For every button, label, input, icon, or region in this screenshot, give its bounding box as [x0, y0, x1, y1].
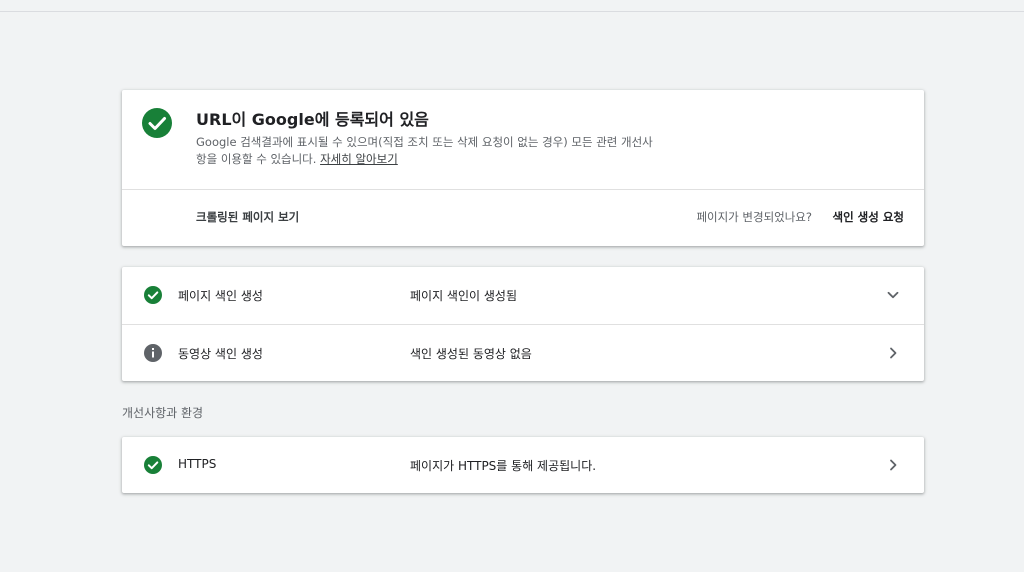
learn-more-link[interactable]: 자세히 알아보기: [320, 152, 398, 166]
chevron-right-icon[interactable]: [886, 458, 900, 472]
list-item-value: 색인 생성된 동영상 없음: [410, 347, 532, 361]
enhancements-card: HTTPS 페이지가 HTTPS를 통해 제공됩니다.: [122, 437, 924, 493]
description-line-1: Google 검색결과에 표시될 수 있으며(직접 조치 또는 삭제 요청이 없…: [196, 135, 653, 149]
list-item-value: 페이지가 HTTPS를 통해 제공됩니다.: [410, 459, 597, 473]
enhancements-heading: 개선사항과 환경: [122, 406, 204, 420]
coverage-card: 페이지 색인 생성 페이지 색인이 생성됨 동영상 색인 생성 색인 생성된 동…: [122, 267, 924, 381]
list-item-label: 페이지 색인 생성: [178, 289, 263, 303]
top-divider: [0, 11, 1024, 12]
list-item-page-indexing[interactable]: 페이지 색인 생성 페이지 색인이 생성됨: [122, 267, 924, 323]
page-changed-question: 페이지가 변경되었나요?: [696, 210, 812, 224]
description-line-2: 항을 이용할 수 있습니다.: [196, 152, 321, 166]
list-item-label: 동영상 색인 생성: [178, 347, 263, 361]
chevron-right-icon[interactable]: [886, 346, 900, 360]
list-item-value: 페이지 색인이 생성됨: [410, 289, 517, 303]
list-item-label: HTTPS: [178, 457, 217, 471]
list-item-https[interactable]: HTTPS 페이지가 HTTPS를 통해 제공됩니다.: [122, 437, 924, 493]
page-title: URL이 Google에 등록되어 있음: [196, 110, 429, 129]
info-icon: [144, 344, 162, 362]
list-item-video-indexing[interactable]: 동영상 색인 생성 색인 생성된 동영상 없음: [122, 325, 924, 381]
view-crawled-page-button[interactable]: 크롤링된 페이지 보기: [196, 209, 299, 225]
url-status-card: URL이 Google에 등록되어 있음 Google 검색결과에 표시될 수 …: [122, 90, 924, 246]
status-description: Google 검색결과에 표시될 수 있으며(직접 조치 또는 삭제 요청이 없…: [196, 134, 716, 168]
chevron-down-icon[interactable]: [886, 288, 900, 302]
card-divider: [122, 189, 924, 190]
request-indexing-button[interactable]: 색인 생성 요청: [833, 209, 905, 225]
check-circle-icon: [142, 108, 172, 138]
url-status-header: URL이 Google에 등록되어 있음 Google 검색결과에 표시될 수 …: [122, 90, 924, 189]
check-circle-icon: [144, 286, 162, 304]
check-circle-icon: [144, 456, 162, 474]
